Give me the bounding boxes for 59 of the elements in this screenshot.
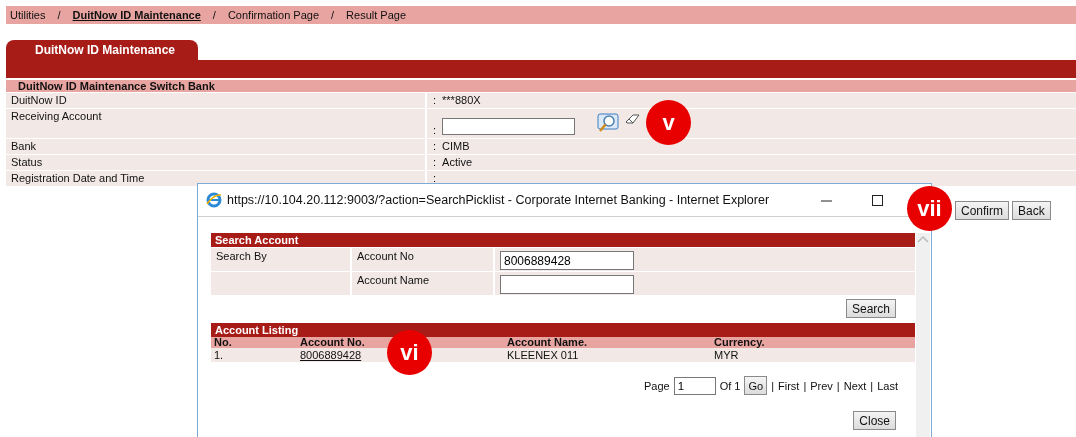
scrollbar[interactable] <box>916 233 930 437</box>
breadcrumb-item[interactable]: DuitNow ID Maintenance <box>72 9 201 21</box>
field-value: Active <box>442 156 473 168</box>
pager-label: Page <box>643 379 670 392</box>
field-value: ***880X <box>442 94 481 106</box>
browser-icon <box>206 192 222 208</box>
pager-link[interactable]: Next <box>843 379 867 392</box>
column-header: Account Name. <box>507 337 589 348</box>
breadcrumb-separator: / <box>331 9 335 21</box>
colon-text: : <box>433 124 437 136</box>
close-button[interactable]: Close <box>853 411 896 430</box>
page-button[interactable]: Confirm <box>955 201 1009 220</box>
field-label: Bank <box>6 139 425 154</box>
field-value: CIMB <box>442 140 470 152</box>
search-button[interactable]: Search <box>845 299 896 318</box>
account-link[interactable]: 8006889428 <box>300 349 362 361</box>
column-header: No. <box>214 337 233 348</box>
colon-text: : <box>433 140 437 152</box>
breadcrumb-item[interactable]: Confirmation Page <box>227 9 320 21</box>
column-header: Account No. <box>300 337 366 348</box>
eraser-icon[interactable] <box>625 113 642 125</box>
pager-separator: | <box>803 379 807 392</box>
field-label: Account No <box>357 250 414 262</box>
pager-separator: | <box>836 379 840 392</box>
page-button[interactable]: Back <box>1012 201 1051 220</box>
colon-text: : <box>433 156 437 168</box>
table-cell-text: MYR <box>714 349 740 361</box>
go-button[interactable]: Go <box>744 376 768 395</box>
colon-text: : <box>433 94 437 106</box>
field-label: DuitNow ID <box>6 93 425 108</box>
breadcrumb-item[interactable]: Result Page <box>346 9 407 21</box>
page-count: Of 1 <box>719 379 741 392</box>
search-field[interactable]: 8006889428 <box>500 251 634 270</box>
section-header: Account Listing <box>211 323 915 337</box>
field-label: Receiving Account <box>6 109 425 138</box>
breadcrumb-separator: / <box>212 9 216 21</box>
field-label: Search By <box>216 250 267 262</box>
pager-link[interactable]: Last <box>877 379 898 392</box>
section-header: Search Account <box>211 233 915 247</box>
receiving-account-field[interactable] <box>442 118 576 135</box>
colon-text: : <box>433 172 437 184</box>
pager-separator: | <box>771 379 774 392</box>
pager-separator: | <box>870 379 874 392</box>
pager-link[interactable]: Prev <box>810 379 833 392</box>
search-icon[interactable] <box>597 113 620 133</box>
section-title: DuitNow ID Maintenance Switch Bank <box>6 80 1076 92</box>
window-title: https://10.104.20.112:9003/?action=SearchPicklist - Corporate Internet Banking - Internet Explorer <box>227 193 770 207</box>
maximize-icon[interactable] <box>872 194 883 206</box>
field-label: Status <box>6 155 425 170</box>
search-field[interactable] <box>500 275 634 294</box>
breadcrumb-separator: / <box>57 9 61 21</box>
column-header: Currency. <box>714 337 766 348</box>
field-label: Account Name <box>357 274 430 286</box>
breadcrumb-item[interactable]: Utilities <box>10 9 46 21</box>
page-field[interactable]: 1 <box>673 376 716 395</box>
table-cell-text: KLEENEX 011 <box>507 349 580 361</box>
table-cell-text: 1. <box>214 349 225 361</box>
tab[interactable]: DuitNow ID Maintenance <box>6 40 198 60</box>
pager-link[interactable]: First <box>778 379 800 392</box>
